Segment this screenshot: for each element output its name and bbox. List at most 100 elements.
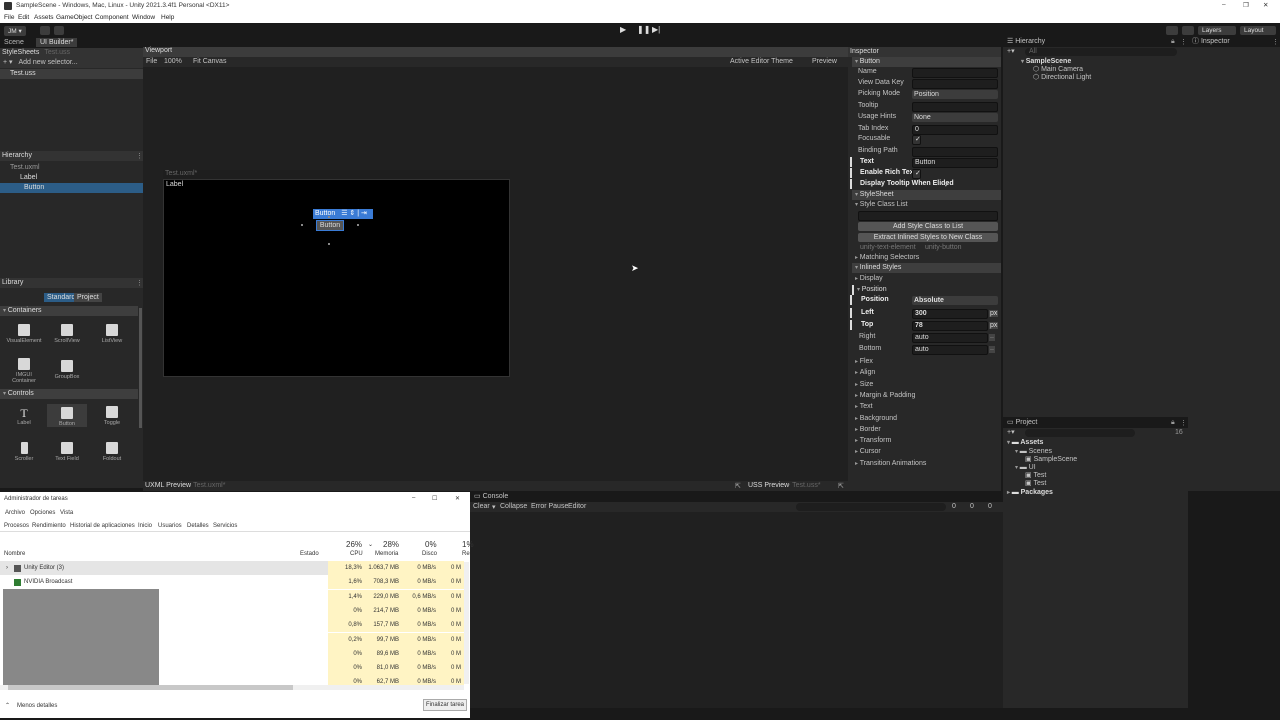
tab-ui-builder[interactable]: UI Builder* xyxy=(36,38,78,47)
style-foldout[interactable]: ▸ Background xyxy=(855,414,897,424)
test-file[interactable]: Test xyxy=(1033,480,1046,487)
section-stylesheet[interactable]: StyleSheet xyxy=(860,191,894,198)
tab-rendimiento[interactable]: Rendimiento xyxy=(32,523,66,529)
lib-foldout[interactable]: Foldout xyxy=(92,442,132,462)
assets-folder[interactable]: Assets xyxy=(1020,439,1043,446)
add-icon[interactable]: + ▾ xyxy=(3,59,13,66)
tab-usuarios[interactable]: Usuarios xyxy=(158,523,182,529)
menu-edit[interactable]: Edit xyxy=(18,14,29,21)
error-pause-button[interactable]: Error Pause xyxy=(531,503,568,510)
main-camera-item[interactable]: Main Camera xyxy=(1041,66,1083,73)
style-foldout[interactable]: ▸ Margin & Padding xyxy=(855,391,915,401)
checkbox[interactable]: ✓ xyxy=(912,169,921,179)
process-row[interactable]: NVIDIA Broadcast 1,6% 708,3 MB 0 MB/s 0 M xyxy=(0,575,464,590)
lib-groupbox[interactable]: GroupBox xyxy=(47,360,87,380)
lib-toggle[interactable]: Toggle xyxy=(92,406,132,426)
play-icon[interactable]: ▶ xyxy=(620,25,626,34)
section-button[interactable]: Button xyxy=(860,58,880,65)
taskmgr-menu-view[interactable]: Vista xyxy=(60,510,73,516)
fit-canvas-button[interactable]: Fit Canvas xyxy=(193,58,226,65)
viewport-area[interactable]: Test.uxml* Label Button ☰ ⇕ | ⇥ Button ➤ xyxy=(143,67,848,481)
class-name-input[interactable] xyxy=(858,211,998,221)
resize-handle[interactable] xyxy=(328,216,330,218)
canvas[interactable]: Label Button ☰ ⇕ | ⇥ Button xyxy=(163,179,510,377)
ui-folder[interactable]: UI xyxy=(1029,464,1036,471)
style-class-list-label[interactable]: Style Class List xyxy=(860,201,908,208)
error-count[interactable]: 0 xyxy=(988,503,992,510)
lib-button[interactable]: Button xyxy=(47,404,87,427)
process-row[interactable]: › Unity Editor (3) 18,3% 1.063,7 MB 0 MB/s 0 … xyxy=(0,561,464,575)
chevron-up-icon[interactable]: ⌃ xyxy=(5,702,10,709)
pause-icon[interactable]: ❚❚ xyxy=(637,25,650,34)
lib-label[interactable]: T Label xyxy=(4,406,44,426)
unit-dropdown[interactable]: px xyxy=(989,310,999,317)
col-cpu[interactable]: CPU xyxy=(350,551,363,557)
col-status[interactable]: Estado xyxy=(300,551,319,557)
position-input[interactable]: 300 xyxy=(912,309,988,319)
theme-dropdown[interactable]: Active Editor Theme xyxy=(730,58,793,65)
text-field[interactable] xyxy=(912,147,998,157)
col-memory[interactable]: Memoria xyxy=(375,551,398,557)
align-icons[interactable]: ☰ ⇕ | ⇥ xyxy=(341,210,367,217)
more-icon[interactable]: ⋮ xyxy=(1180,38,1187,46)
inspector-tab[interactable]: Inspector xyxy=(1201,38,1230,45)
lib-scroller[interactable]: Scroller xyxy=(4,442,44,462)
position-foldout[interactable]: Position xyxy=(862,286,887,293)
position-dropdown[interactable]: Absolute xyxy=(912,296,998,305)
packages-folder[interactable]: Packages xyxy=(1021,489,1053,496)
close-button[interactable]: ✕ xyxy=(455,495,460,502)
col-name[interactable]: Nombre xyxy=(4,551,25,557)
add-style-class-button[interactable]: Add Style Class to List xyxy=(858,222,998,231)
end-task-button[interactable]: Finalizar tarea xyxy=(423,699,467,711)
text-field[interactable] xyxy=(912,79,998,89)
account-dropdown[interactable]: JM ▾ xyxy=(4,26,26,36)
library-scrollbar[interactable] xyxy=(139,308,142,428)
selection-tag[interactable]: Button ☰ ⇕ | ⇥ xyxy=(313,209,373,219)
light-item[interactable]: Directional Light xyxy=(1041,74,1091,81)
checkbox[interactable]: ✓ xyxy=(912,135,921,145)
dropdown[interactable]: Position xyxy=(912,90,998,99)
tab-detalles[interactable]: Detalles xyxy=(187,523,209,529)
unit-dropdown[interactable]: – xyxy=(989,346,995,353)
menu-component[interactable]: Component xyxy=(95,14,129,21)
position-input[interactable]: auto xyxy=(912,333,988,343)
unit-dropdown[interactable]: – xyxy=(989,334,995,341)
style-foldout[interactable]: ▸ Size xyxy=(855,380,873,390)
add-selector-input[interactable]: Add new selector... xyxy=(19,59,78,66)
lib-scrollview[interactable]: ScrollView xyxy=(47,324,87,344)
viewport-file-menu[interactable]: File xyxy=(146,58,157,65)
close-button[interactable]: ✕ xyxy=(1263,1,1268,9)
lock-icon[interactable]: 🔒︎ xyxy=(1171,419,1175,427)
class-pill[interactable]: unity-text-element xyxy=(860,244,916,251)
menu-file[interactable]: File xyxy=(4,14,14,21)
style-foldout[interactable]: ▸ Flex xyxy=(855,357,873,367)
text-field[interactable]: 0 xyxy=(912,125,998,135)
hierarchy-search[interactable]: All xyxy=(1025,48,1177,56)
menu-gameobject[interactable]: GameObject xyxy=(56,14,93,21)
editor-dropdown[interactable]: Editor xyxy=(568,503,586,510)
add-icon[interactable]: +▾ xyxy=(1007,429,1015,436)
style-foldout[interactable]: ▸ Transition Animations xyxy=(855,459,926,469)
console-search[interactable] xyxy=(796,503,946,511)
col-disk[interactable]: Disco xyxy=(422,551,437,557)
taskmgr-menu-options[interactable]: Opciones xyxy=(30,510,55,516)
menu-window[interactable]: Window xyxy=(132,14,155,21)
samplescene-file[interactable]: SampleScene xyxy=(1034,456,1078,463)
section-inlined[interactable]: Inlined Styles xyxy=(860,264,902,271)
display-foldout[interactable]: Display xyxy=(860,275,883,282)
menu-assets[interactable]: Assets xyxy=(34,14,54,21)
tab-historial[interactable]: Historial de aplicaciones xyxy=(70,523,135,529)
zoom-dropdown[interactable]: 100% xyxy=(164,58,182,65)
maximize-button[interactable]: ❐ xyxy=(1243,1,1249,9)
info-count[interactable]: 0 xyxy=(952,503,956,510)
uxml-preview-label[interactable]: UXML Preview xyxy=(145,482,191,489)
collab-icon[interactable] xyxy=(54,26,64,35)
text-field[interactable]: Button xyxy=(912,158,998,168)
scene-item[interactable]: SampleScene xyxy=(1026,58,1072,65)
test-file[interactable]: Test xyxy=(1033,472,1046,479)
minimize-button[interactable]: – xyxy=(412,495,415,501)
matching-selectors[interactable]: Matching Selectors xyxy=(860,254,920,261)
external-link-icon[interactable]: ⇱ xyxy=(838,482,844,490)
style-foldout[interactable]: ▸ Cursor xyxy=(855,447,881,457)
cloud-icon[interactable] xyxy=(40,26,50,35)
